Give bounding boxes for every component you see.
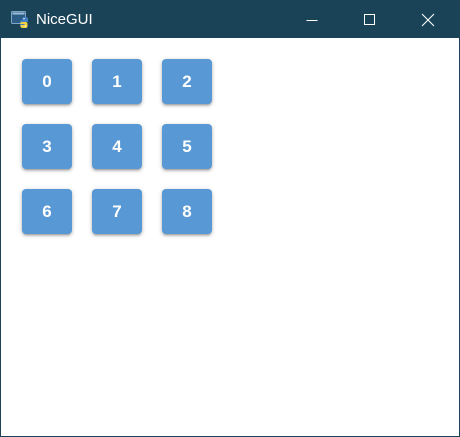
number-button-1[interactable]: 1 (92, 59, 142, 104)
app-window: NiceGUI 0 1 2 3 4 5 6 7 8 (0, 0, 460, 437)
page-content: 0 1 2 3 4 5 6 7 8 (1, 38, 459, 436)
python-app-icon (11, 10, 31, 30)
button-grid: 0 1 2 3 4 5 6 7 8 (22, 59, 212, 234)
number-button-2[interactable]: 2 (162, 59, 212, 104)
number-button-5[interactable]: 5 (162, 124, 212, 169)
number-button-8[interactable]: 8 (162, 189, 212, 234)
close-button[interactable] (405, 1, 451, 38)
title-bar[interactable]: NiceGUI (1, 1, 459, 38)
number-button-0[interactable]: 0 (22, 59, 72, 104)
number-button-3[interactable]: 3 (22, 124, 72, 169)
maximize-button[interactable] (347, 1, 393, 38)
close-icon (421, 13, 435, 27)
minimize-button[interactable] (289, 1, 335, 38)
number-button-7[interactable]: 7 (92, 189, 142, 234)
window-title: NiceGUI (36, 11, 93, 28)
minimize-icon (306, 14, 318, 26)
number-button-6[interactable]: 6 (22, 189, 72, 234)
number-button-4[interactable]: 4 (92, 124, 142, 169)
maximize-icon (364, 13, 376, 26)
